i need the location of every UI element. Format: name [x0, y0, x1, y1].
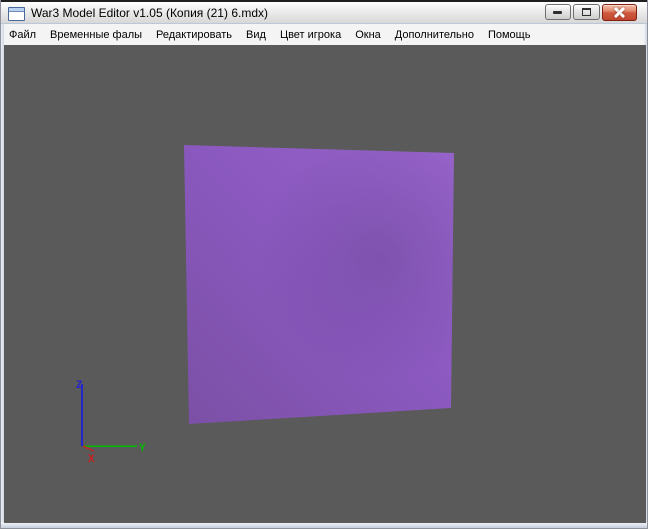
menu-file[interactable]: Файл: [2, 26, 43, 44]
app-window: War3 Model Editor v1.05 (Копия (21) 6.md…: [0, 0, 648, 529]
menu-edit[interactable]: Редактировать: [149, 26, 239, 44]
menu-view[interactable]: Вид: [239, 26, 273, 44]
minimize-button[interactable]: [545, 4, 571, 20]
title-bar[interactable]: War3 Model Editor v1.05 (Копия (21) 6.md…: [1, 0, 647, 24]
menu-bar: Файл Временные фалы Редактировать Вид Цв…: [1, 24, 647, 45]
menu-player-color[interactable]: Цвет игрока: [273, 26, 348, 44]
menu-help[interactable]: Помощь: [481, 26, 538, 44]
minimize-icon: [553, 11, 562, 14]
model-viewport[interactable]: Z Y X: [4, 45, 646, 523]
viewport-canvas: Z Y X: [76, 145, 454, 466]
window-icon-titlestrip: [9, 8, 24, 12]
y-axis-label: Y: [139, 443, 146, 455]
maximize-icon: [581, 8, 591, 16]
menu-temp-files[interactable]: Временные фалы: [43, 26, 149, 44]
window-controls: [545, 4, 637, 21]
window-title: War3 Model Editor v1.05 (Копия (21) 6.md…: [31, 6, 268, 20]
menu-extras[interactable]: Дополнительно: [388, 26, 481, 44]
maximize-button[interactable]: [573, 4, 600, 20]
z-axis-label: Z: [76, 380, 83, 392]
window-icon: [8, 7, 25, 21]
menu-windows[interactable]: Окна: [348, 26, 388, 44]
model-plane-shading: [184, 145, 454, 424]
close-icon: [613, 6, 626, 19]
close-button[interactable]: [602, 4, 637, 21]
x-axis-label: X: [88, 454, 95, 466]
